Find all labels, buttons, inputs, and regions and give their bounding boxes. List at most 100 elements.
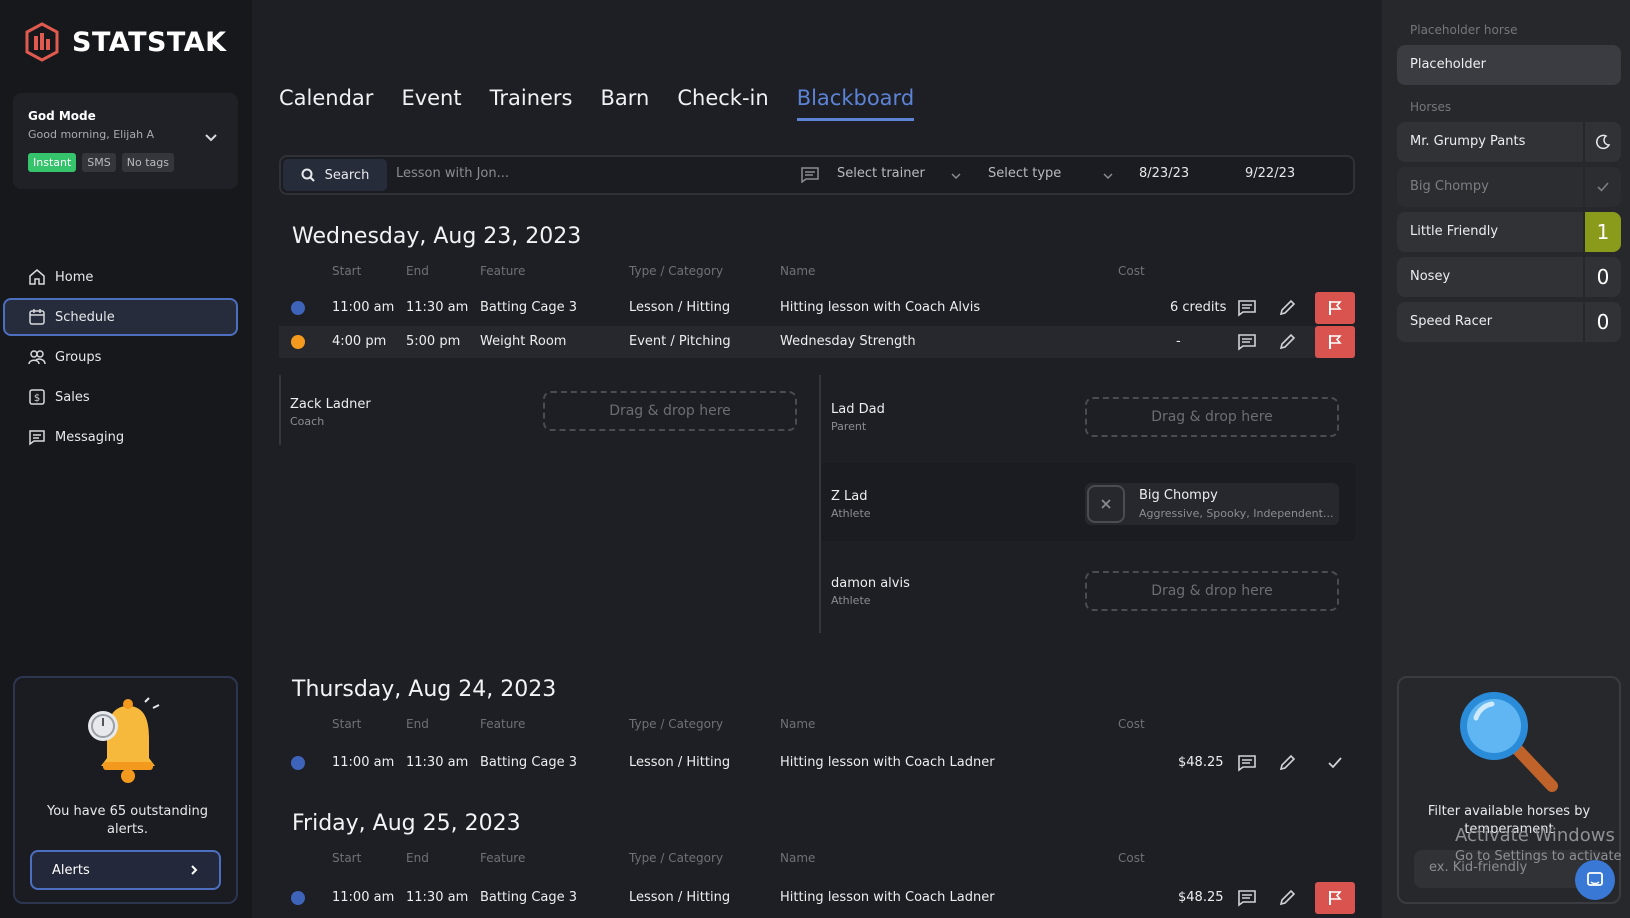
tab-calendar[interactable]: Calendar: [279, 86, 373, 121]
row-type: Lesson / Hitting: [629, 755, 731, 770]
column-cost: Cost: [1118, 851, 1145, 865]
horse-card[interactable]: Speed Racer 0: [1397, 302, 1621, 342]
horse-card[interactable]: Big Chompy: [1397, 167, 1621, 207]
horse-card[interactable]: Little Friendly 1: [1397, 212, 1621, 252]
flag-button[interactable]: [1315, 326, 1355, 358]
day-title: Wednesday, Aug 23, 2023: [292, 224, 582, 249]
select-trainer[interactable]: Select trainer: [837, 166, 925, 181]
assigned-horse-card[interactable]: Big Chompy Aggressive, Spooky, Independe…: [1085, 483, 1339, 525]
tab-bar: Calendar Event Trainers Barn Check-in Bl…: [279, 86, 915, 121]
chat-button[interactable]: [1575, 860, 1615, 900]
chevron-down-icon[interactable]: [204, 130, 218, 144]
participant-name: Lad Dad: [831, 402, 885, 417]
sidebar-item-label: Home: [55, 269, 94, 285]
tab-check-in[interactable]: Check-in: [677, 86, 768, 121]
row-cost: $48.25: [1178, 890, 1224, 905]
flag-button[interactable]: [1315, 292, 1355, 324]
column-type: Type / Category: [629, 264, 724, 278]
profile-mode: God Mode: [28, 109, 96, 123]
svg-text:$: $: [34, 393, 40, 404]
alerts-button[interactable]: Alerts: [30, 850, 221, 890]
alerts-card: You have 65 outstanding alerts. Alerts: [13, 676, 238, 904]
drop-zone[interactable]: Drag & drop here: [1085, 397, 1339, 437]
status-dot: [291, 335, 305, 349]
horses-label: Horses: [1410, 100, 1452, 114]
profile-greeting: Good morning, Elijah A: [28, 128, 155, 141]
date-from[interactable]: 8/23/23: [1139, 166, 1189, 181]
row-type: Lesson / Hitting: [629, 300, 731, 315]
sidebar-item-label: Schedule: [55, 309, 115, 325]
coach-role: Coach: [290, 415, 325, 428]
horse-status: [1583, 122, 1621, 162]
sidebar-item-sales[interactable]: $ Sales: [3, 378, 238, 416]
horse-card[interactable]: Nosey 0: [1397, 257, 1621, 297]
sidebar-item-schedule[interactable]: Schedule: [3, 298, 238, 336]
row-start: 4:00 pm: [332, 334, 387, 349]
tag-sms[interactable]: SMS: [82, 153, 116, 172]
column-end: End: [406, 264, 429, 278]
table-row[interactable]: 11:00 am 11:30 am Batting Cage 3 Lesson …: [279, 747, 1355, 779]
sidebar-item-messaging[interactable]: Messaging: [3, 418, 238, 456]
sidebar-item-groups[interactable]: Groups: [3, 338, 238, 376]
table-row[interactable]: 11:00 am 11:30 am Batting Cage 3 Lesson …: [279, 882, 1355, 914]
watermark-title: Activate Windows: [1455, 825, 1615, 846]
search-button[interactable]: Search: [283, 159, 387, 191]
column-feature: Feature: [480, 264, 526, 278]
table-row[interactable]: 11:00 am 11:30 am Batting Cage 3 Lesson …: [279, 292, 1355, 324]
tab-event[interactable]: Event: [401, 86, 461, 121]
horse-name: Speed Racer: [1410, 314, 1493, 329]
tag-no-tags[interactable]: No tags: [121, 153, 174, 172]
edit-icon[interactable]: [1277, 298, 1297, 318]
table-row[interactable]: 4:00 pm 5:00 pm Weight Room Event / Pitc…: [279, 326, 1355, 358]
comment-icon[interactable]: [1237, 888, 1257, 908]
sidebar-nav: Home Schedule Groups $ Sales Messaging: [3, 258, 238, 458]
row-start: 11:00 am: [332, 890, 395, 905]
tab-blackboard[interactable]: Blackboard: [796, 86, 915, 121]
date-to[interactable]: 9/22/23: [1245, 166, 1295, 181]
tab-trainers[interactable]: Trainers: [490, 86, 573, 121]
comment-icon[interactable]: [1237, 753, 1257, 773]
magnifier-icon: [1460, 692, 1558, 792]
column-start: Start: [332, 717, 362, 731]
row-end: 11:30 am: [406, 300, 469, 315]
remove-horse-button[interactable]: [1087, 485, 1125, 523]
notes-icon[interactable]: [801, 167, 819, 183]
comment-icon[interactable]: [1237, 332, 1257, 352]
brand-name: STATSTAK: [72, 26, 227, 58]
row-end: 5:00 pm: [406, 334, 461, 349]
calendar-icon: [29, 309, 45, 325]
horse-name: Little Friendly: [1410, 224, 1499, 239]
tab-barn[interactable]: Barn: [601, 86, 650, 121]
row-feature: Weight Room: [480, 334, 567, 349]
column-name: Name: [780, 851, 816, 865]
row-name: Hitting lesson with Coach Ladner: [780, 755, 995, 770]
edit-icon[interactable]: [1277, 332, 1297, 352]
search-input[interactable]: Lesson with Jon...: [396, 166, 509, 181]
drop-zone[interactable]: Drag & drop here: [1085, 571, 1339, 611]
edit-icon[interactable]: [1277, 753, 1297, 773]
horse-card[interactable]: Mr. Grumpy Pants: [1397, 122, 1621, 162]
drop-zone-label: Drag & drop here: [1151, 583, 1273, 599]
check-icon[interactable]: [1325, 753, 1345, 773]
column-start: Start: [332, 851, 362, 865]
profile-card[interactable]: God Mode Good morning, Elijah A Instant …: [13, 93, 238, 189]
tag-instant[interactable]: Instant: [28, 153, 77, 172]
search-icon: [301, 168, 315, 182]
select-type[interactable]: Select type: [988, 166, 1061, 181]
drop-zone[interactable]: Drag & drop here: [543, 391, 797, 431]
placeholder-horse-card[interactable]: Placeholder: [1397, 45, 1621, 85]
comment-icon[interactable]: [1237, 298, 1257, 318]
sidebar-item-home[interactable]: Home: [3, 258, 238, 296]
edit-icon[interactable]: [1277, 888, 1297, 908]
row-name: Hitting lesson with Coach Alvis: [780, 300, 981, 315]
flag-button[interactable]: [1315, 882, 1355, 914]
horse-name: Big Chompy: [1139, 488, 1218, 503]
participant-name: Z Lad: [831, 489, 868, 504]
row-type: Event / Pitching: [629, 334, 731, 349]
home-icon: [29, 269, 45, 285]
alerts-message: You have 65 outstanding alerts.: [47, 804, 208, 837]
drop-zone-label: Drag & drop here: [609, 403, 731, 419]
logo[interactable]: STATSTAK: [24, 22, 227, 62]
column-cost: Cost: [1118, 264, 1145, 278]
row-start: 11:00 am: [332, 300, 395, 315]
